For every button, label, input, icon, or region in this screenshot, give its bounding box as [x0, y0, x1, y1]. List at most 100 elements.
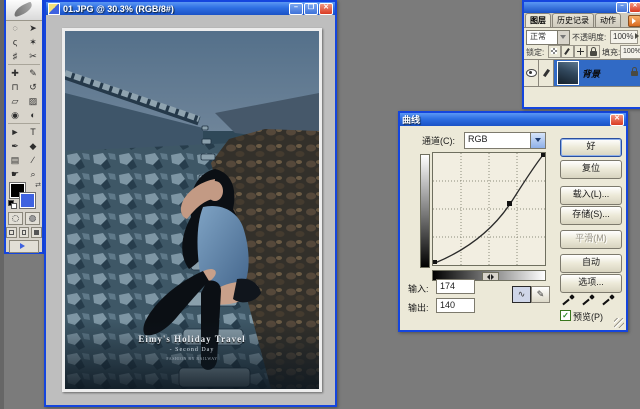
gradient-flip-icon[interactable] — [482, 272, 499, 281]
output-label: 输出: — [408, 301, 429, 314]
lock-label: 锁定: — [526, 47, 544, 58]
eraser-tool[interactable]: ▱ — [6, 94, 24, 108]
layer-row-background[interactable]: 背景 — [524, 59, 640, 87]
chevron-down-icon[interactable] — [557, 31, 569, 44]
document-window: 01.JPG @ 30.3% (RGB/8#) – ❐ ✕ — [44, 0, 337, 407]
slice-tool[interactable]: ✂ — [24, 49, 42, 63]
black-point-eyedropper-icon[interactable] — [562, 294, 575, 307]
curves-title-bar[interactable]: 曲线 ✕ — [400, 113, 626, 126]
document-title: 01.JPG @ 30.3% (RGB/8#) — [63, 4, 288, 14]
standard-mode-button[interactable] — [8, 212, 23, 225]
fullscreen-button[interactable] — [31, 227, 42, 238]
lock-pixels-button[interactable] — [561, 45, 574, 58]
lock-all-button[interactable] — [587, 45, 600, 58]
load-button[interactable]: 载入(L)... — [560, 186, 622, 205]
feather-icon — [12, 2, 34, 18]
channel-value: RGB — [465, 133, 530, 148]
gradient-tool[interactable]: ▨ — [24, 94, 42, 108]
preview-checkbox[interactable]: ✓ — [560, 310, 571, 321]
output-gradient-bar — [420, 154, 430, 268]
lock-position-button[interactable] — [574, 45, 587, 58]
pencil-tool-button[interactable]: ✎ — [531, 286, 550, 303]
layer-thumbnail[interactable] — [557, 61, 579, 85]
curve-point-tool-button[interactable]: ∿ — [512, 286, 531, 303]
history-brush-tool[interactable]: ↺ — [24, 80, 42, 94]
close-button[interactable]: ✕ — [319, 3, 333, 15]
fill-value[interactable]: 100% — [620, 45, 640, 59]
gray-point-eyedropper-icon[interactable] — [582, 294, 595, 307]
blur-tool[interactable]: ◉ — [6, 108, 24, 122]
path-select-tool[interactable]: ► — [6, 125, 24, 139]
document-title-bar[interactable]: 01.JPG @ 30.3% (RGB/8#) – ❐ ✕ — [46, 2, 335, 15]
document-canvas[interactable]: Eimy's Holiday Travel - Second Day FASHI… — [46, 15, 335, 405]
dodge-tool[interactable]: ◐ — [24, 108, 42, 122]
palette-menu-button[interactable] — [628, 15, 640, 27]
layer-lock-icon — [631, 71, 638, 76]
lock-row: 锁定: 填充: 100% — [524, 44, 640, 59]
save-button[interactable]: 存储(S)... — [560, 206, 622, 225]
background-color-swatch[interactable] — [20, 193, 35, 208]
tab-layers[interactable]: 图层 — [525, 13, 551, 27]
photo-caption-text: FASHION BY RAILWAY — [62, 356, 322, 361]
preview-label: 预览(P) — [573, 310, 603, 323]
resize-grip[interactable] — [614, 318, 624, 328]
lasso-tool[interactable]: ς — [6, 35, 24, 49]
layer-name[interactable]: 背景 — [582, 67, 631, 80]
lock-transparency-button[interactable] — [548, 45, 561, 58]
desktop: ◌ ➤ ς ✶ ♯ ✂ ✚ ✎ ⊓ ↺ ▱ ▨ ◉ ◐ ► T ✒ ◆ ▤ ∕ … — [0, 0, 640, 409]
fill-label: 填充: — [602, 47, 620, 58]
pen-tool[interactable]: ✒ — [6, 139, 24, 153]
blend-mode-select[interactable]: 正常 — [526, 30, 570, 45]
ok-button[interactable]: 好 — [560, 138, 622, 157]
maximize-button[interactable]: ❐ — [304, 3, 318, 15]
channel-label: 通道(C): — [422, 134, 455, 147]
hand-tool[interactable]: ☛ — [6, 167, 24, 181]
reset-button[interactable]: 复位 — [560, 160, 622, 179]
zoom-tool[interactable]: ⌕ — [24, 167, 42, 181]
curves-dialog: 曲线 ✕ 通道(C): RGB — [398, 111, 628, 332]
crop-tool[interactable]: ♯ — [6, 49, 24, 63]
photo[interactable]: Eimy's Holiday Travel - Second Day FASHI… — [62, 28, 322, 392]
visibility-cell[interactable] — [524, 60, 539, 86]
photoshop-logo — [6, 0, 42, 21]
opacity-spinner-icon[interactable] — [635, 33, 639, 39]
move-tool[interactable]: ➤ — [24, 21, 42, 35]
jump-to-imageready-button[interactable] — [9, 240, 39, 253]
edit-indicator-cell — [539, 60, 554, 86]
fullscreen-menubar-button[interactable] — [19, 227, 30, 238]
standard-screen-button[interactable] — [6, 227, 17, 238]
blend-mode-value: 正常 — [527, 31, 557, 44]
notes-tool[interactable]: ▤ — [6, 153, 24, 167]
input-field[interactable]: 174 — [436, 279, 475, 294]
palette-minimize-button[interactable]: – — [616, 2, 628, 13]
type-tool[interactable]: T — [24, 125, 42, 139]
smooth-button: 平滑(M) — [560, 230, 622, 249]
channel-select[interactable]: RGB — [464, 132, 546, 149]
quick-mask-mode-button[interactable] — [25, 212, 40, 225]
shape-tool[interactable]: ◆ — [24, 139, 42, 153]
magic-wand-tool[interactable]: ✶ — [24, 35, 42, 49]
clone-stamp-tool[interactable]: ⊓ — [6, 80, 24, 94]
eyedropper-tool[interactable]: ∕ — [24, 153, 42, 167]
brush-tool[interactable]: ✎ — [24, 66, 42, 80]
chevron-down-icon[interactable] — [530, 133, 545, 148]
healing-brush-tool[interactable]: ✚ — [6, 66, 24, 80]
swap-colors-icon[interactable]: ⇄ — [35, 181, 41, 189]
tool-grid: ◌ ➤ ς ✶ ♯ ✂ ✚ ✎ ⊓ ↺ ▱ ▨ ◉ ◐ ► T ✒ ◆ ▤ ∕ … — [6, 21, 42, 181]
auto-button[interactable]: 自动 — [560, 254, 622, 273]
layers-palette: – ✕ 图层 历史记录 动作 正常 不透明度: 100% 锁定: 填充: 100… — [522, 0, 640, 109]
tab-history[interactable]: 历史记录 — [552, 13, 594, 27]
output-field[interactable]: 140 — [436, 298, 475, 313]
palette-close-button[interactable]: ✕ — [629, 2, 640, 13]
options-button[interactable]: 选项... — [560, 274, 622, 293]
white-point-eyedropper-icon[interactable] — [602, 294, 615, 307]
opacity-value[interactable]: 100% — [610, 30, 638, 44]
default-colors-icon[interactable] — [8, 200, 16, 208]
rect-marquee-tool[interactable]: ◌ — [6, 21, 24, 35]
curves-close-button[interactable]: ✕ — [610, 114, 624, 126]
tab-actions[interactable]: 动作 — [595, 13, 621, 27]
palette-title-bar[interactable]: – ✕ — [524, 2, 640, 13]
palette-tabs: 图层 历史记录 动作 — [524, 13, 640, 28]
minimize-button[interactable]: – — [289, 3, 303, 15]
curve-grid[interactable] — [432, 152, 546, 266]
